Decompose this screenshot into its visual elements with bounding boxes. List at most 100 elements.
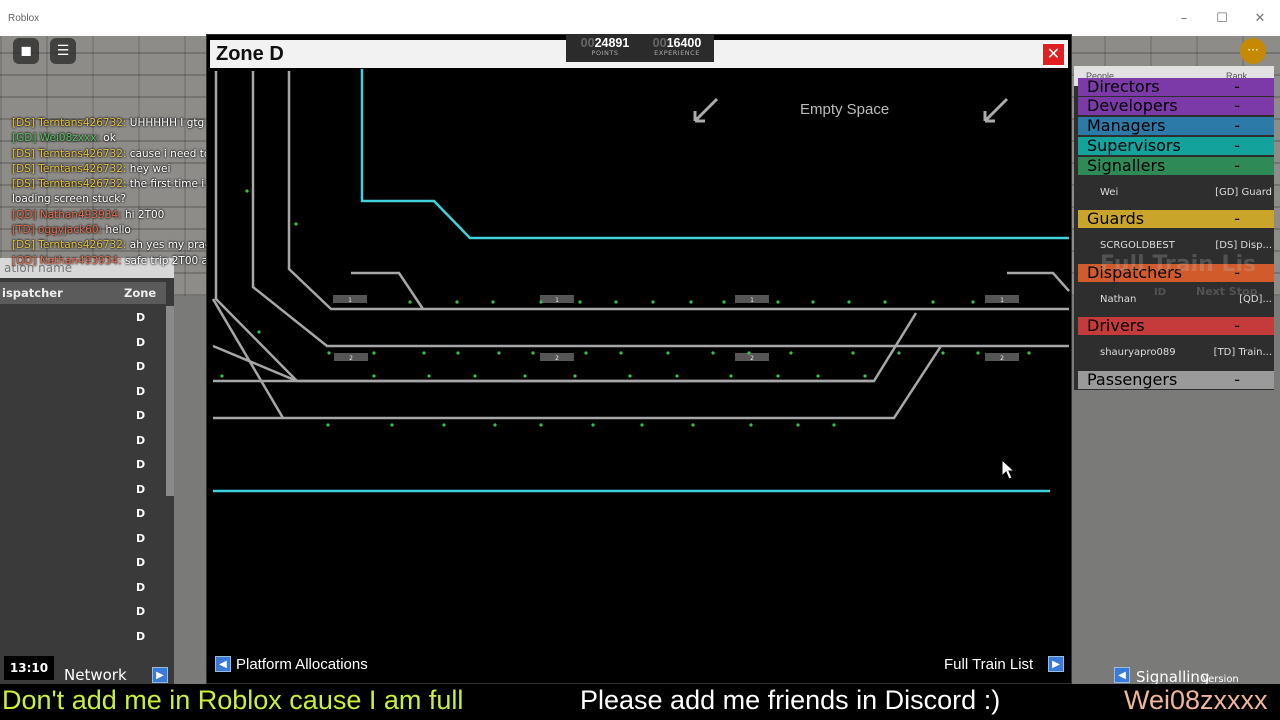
signal-light[interactable] bbox=[372, 374, 376, 378]
signal-light[interactable] bbox=[539, 300, 543, 304]
player-row[interactable]: shauryapro089 [TD] Train... bbox=[1078, 341, 1274, 365]
station-zone-cell[interactable]: D bbox=[136, 458, 145, 471]
close-window-button[interactable]: ✕ bbox=[1242, 8, 1278, 30]
signal-light[interactable] bbox=[220, 374, 224, 378]
group-header-supervisors[interactable]: Supervisors - bbox=[1078, 137, 1274, 155]
station-zone-cell[interactable]: D bbox=[136, 532, 145, 545]
signal-light[interactable] bbox=[614, 300, 618, 304]
signal-light[interactable] bbox=[408, 300, 412, 304]
signalling-prev-icon[interactable]: ◀ bbox=[1114, 667, 1130, 683]
signal-light[interactable] bbox=[628, 374, 632, 378]
signal-light[interactable] bbox=[789, 351, 793, 355]
station-zone-cell[interactable]: D bbox=[136, 581, 145, 594]
station-zone-cell[interactable]: D bbox=[136, 360, 145, 373]
signal-light[interactable] bbox=[497, 351, 501, 355]
signal-light[interactable] bbox=[722, 300, 726, 304]
signal-light[interactable] bbox=[976, 351, 980, 355]
signal-light[interactable] bbox=[749, 423, 753, 427]
signal-light[interactable] bbox=[711, 351, 715, 355]
signal-light[interactable] bbox=[326, 423, 330, 427]
signal-light[interactable] bbox=[847, 300, 851, 304]
signal-light[interactable] bbox=[796, 423, 800, 427]
station-zone-cell[interactable]: D bbox=[136, 483, 145, 496]
signal-light[interactable] bbox=[651, 300, 655, 304]
signal-light[interactable] bbox=[491, 300, 495, 304]
signal-light[interactable] bbox=[455, 300, 459, 304]
station-zone-cell[interactable]: D bbox=[136, 311, 145, 324]
signal-light[interactable] bbox=[578, 300, 582, 304]
network-tab-label[interactable]: Network bbox=[64, 666, 127, 684]
signal-light[interactable] bbox=[473, 374, 477, 378]
station-zone-cell[interactable]: D bbox=[136, 507, 145, 520]
signal-light[interactable] bbox=[427, 374, 431, 378]
signal-light[interactable] bbox=[863, 374, 867, 378]
maximize-button[interactable]: ☐ bbox=[1204, 8, 1240, 30]
close-map-button[interactable]: ✕ bbox=[1042, 43, 1065, 66]
signal-light[interactable] bbox=[691, 423, 695, 427]
signal-light[interactable] bbox=[573, 374, 577, 378]
signal-light[interactable] bbox=[422, 351, 426, 355]
signal-light[interactable] bbox=[442, 423, 446, 427]
station-list-scrollbar[interactable] bbox=[166, 306, 174, 496]
signal-light[interactable] bbox=[931, 300, 935, 304]
group-header-managers[interactable]: Managers - bbox=[1078, 117, 1274, 135]
signal-light[interactable] bbox=[747, 351, 751, 355]
signal-light[interactable] bbox=[456, 351, 460, 355]
group-header-guards[interactable]: Guards - bbox=[1078, 210, 1274, 228]
station-zone-cell[interactable]: D bbox=[136, 409, 145, 422]
network-next-icon[interactable]: ▶ bbox=[152, 667, 168, 683]
player-row[interactable]: Wei [GD] Guard bbox=[1078, 181, 1274, 205]
group-header-developers[interactable]: Developers - bbox=[1078, 97, 1274, 115]
full-train-list-next-icon[interactable]: ▶ bbox=[1048, 656, 1064, 672]
signal-light[interactable] bbox=[539, 423, 543, 427]
group-header-signallers[interactable]: Signallers - bbox=[1078, 157, 1274, 175]
signal-light[interactable] bbox=[832, 423, 836, 427]
signal-light[interactable] bbox=[675, 374, 679, 378]
full-train-list-link[interactable]: Full Train List bbox=[944, 656, 1033, 673]
signal-light[interactable] bbox=[776, 374, 780, 378]
signal-light[interactable] bbox=[897, 351, 901, 355]
chat-author[interactable]: [QD] Nathan493934: bbox=[12, 209, 125, 221]
platform-allocations-prev-icon[interactable]: ◀ bbox=[215, 656, 231, 672]
signal-light[interactable] bbox=[493, 423, 497, 427]
signal-light[interactable] bbox=[666, 351, 670, 355]
station-zone-cell[interactable]: D bbox=[136, 605, 145, 618]
signal-light[interactable] bbox=[523, 374, 527, 378]
signal-light[interactable] bbox=[776, 300, 780, 304]
signal-light[interactable] bbox=[327, 351, 331, 355]
signal-light[interactable] bbox=[390, 423, 394, 427]
signal-light[interactable] bbox=[584, 351, 588, 355]
signal-light[interactable] bbox=[689, 300, 693, 304]
chat-author[interactable]: [TD] oggyjack60: bbox=[12, 224, 105, 236]
signal-light[interactable] bbox=[245, 189, 249, 193]
chat-author[interactable]: [GD] Wei08zxxx: bbox=[12, 132, 103, 144]
station-zone-cell[interactable]: D bbox=[136, 556, 145, 569]
chat-author[interactable]: [DS] Terntans426732: bbox=[12, 163, 130, 175]
signal-light[interactable] bbox=[640, 423, 644, 427]
more-options-icon[interactable]: ··· bbox=[1240, 38, 1266, 64]
chat-author[interactable]: [DS] Terntans426732: bbox=[12, 178, 130, 190]
signal-light[interactable] bbox=[257, 330, 261, 334]
signal-light[interactable] bbox=[372, 351, 376, 355]
chat-author[interactable]: [QD] Nathan493934: bbox=[12, 255, 125, 267]
group-header-directors[interactable]: Directors - bbox=[1078, 78, 1274, 96]
station-zone-cell[interactable]: D bbox=[136, 630, 145, 643]
signal-light[interactable] bbox=[971, 300, 975, 304]
signal-light[interactable] bbox=[851, 351, 855, 355]
platform-allocations-link[interactable]: Platform Allocations bbox=[236, 656, 368, 673]
roblox-menu-icon[interactable]: ◼ bbox=[13, 38, 39, 64]
signal-light[interactable] bbox=[883, 300, 887, 304]
signal-light[interactable] bbox=[619, 351, 623, 355]
chat-author[interactable]: [DS] Terntans426732: bbox=[12, 239, 130, 251]
signal-light[interactable] bbox=[294, 222, 298, 226]
signal-light[interactable] bbox=[531, 351, 535, 355]
signal-light[interactable] bbox=[816, 374, 820, 378]
group-header-drivers[interactable]: Drivers - bbox=[1078, 317, 1274, 335]
group-header-passengers[interactable]: Passengers - bbox=[1078, 371, 1274, 389]
station-zone-cell[interactable]: D bbox=[136, 385, 145, 398]
signal-light[interactable] bbox=[1027, 351, 1031, 355]
chat-author[interactable]: [DS] Terntans426732: bbox=[12, 148, 130, 160]
signal-light[interactable] bbox=[941, 351, 945, 355]
chat-author[interactable]: [DS] Terntans426732: bbox=[12, 117, 130, 129]
signal-light[interactable] bbox=[811, 300, 815, 304]
